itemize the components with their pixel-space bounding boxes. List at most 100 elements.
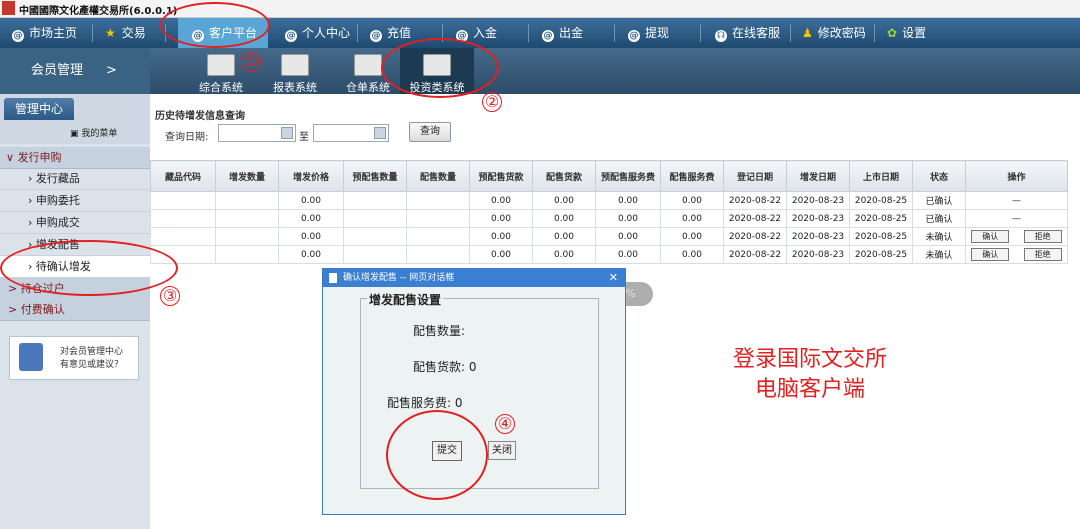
nav-divider [700, 24, 701, 42]
cell: 0.00 [532, 245, 596, 264]
column-header: 藏品代码 [150, 160, 216, 192]
nav-label: 设置 [902, 26, 927, 40]
nav-settings[interactable]: ✿ 设置 [887, 18, 926, 48]
chevron-right-icon: > [8, 303, 18, 316]
column-header: 预配售货款 [469, 160, 533, 192]
nav-cash-out[interactable]: @ 提现 [628, 18, 669, 48]
calendar-icon[interactable] [374, 127, 386, 139]
confirm-button[interactable]: 确认 [971, 248, 1010, 261]
cell: 0.00 [660, 227, 724, 246]
qty-label: 配售数量: [413, 324, 466, 338]
annotation-number: ② [482, 92, 502, 112]
cell: 0.00 [469, 227, 533, 246]
operation-cell: — [965, 191, 1068, 210]
calendar-icon[interactable] [281, 127, 293, 139]
my-menu-link[interactable]: ▣ 我的菜单 [70, 126, 117, 139]
feedback-banner[interactable]: 对会员管理中心 有意见或建议？ [9, 336, 139, 380]
cell [343, 191, 407, 210]
reject-button[interactable]: 拒绝 [1023, 230, 1062, 243]
section-label: 会员管理 [31, 63, 84, 78]
sidebar-item-subscribe-deal[interactable]: › 申购成交 [0, 212, 150, 234]
caption-line: 登录国际文交所 [732, 347, 887, 372]
column-header: 预配售服务费 [595, 160, 661, 192]
member-management-title: 会员管理 > [0, 48, 150, 94]
column-header: 上市日期 [849, 160, 913, 192]
cell: 2020-08-23 [786, 227, 850, 246]
cell [215, 209, 279, 228]
nav-divider [357, 24, 358, 42]
headset-icon: ☊ [715, 30, 727, 42]
table-header-row: 藏品代码 增发数量 增发价格 预配售数量 配售数量 预配售货款 配售货款 预配售… [150, 160, 1068, 192]
cell [215, 227, 279, 246]
nav-withdraw[interactable]: @ 出金 [542, 18, 583, 48]
column-header: 增发日期 [786, 160, 850, 192]
column-header: 预配售数量 [343, 160, 407, 192]
nav-market-home[interactable]: @ 市场主页 [12, 18, 77, 48]
table-row[interactable]: 0.00 0.00 0.00 0.00 0.00 2020-08-22 2020-08… [150, 245, 1068, 264]
payment-value: 0 [468, 360, 477, 374]
query-section-title: 历史待增发信息查询 [155, 111, 245, 122]
annotation-ring [160, 2, 270, 48]
cell: 2020-08-23 [786, 245, 850, 264]
cell: 2020-08-22 [723, 245, 787, 264]
sidebar-group-payment-confirm[interactable]: > 付费确认 [0, 299, 150, 321]
close-icon[interactable]: ✕ [609, 269, 618, 287]
close-button[interactable]: 关闭 [488, 441, 516, 460]
cell: 0.00 [595, 245, 661, 264]
sidebar-item-subscribe-order[interactable]: › 申购委托 [0, 190, 150, 212]
cell: 0.00 [532, 191, 596, 210]
cell [215, 191, 279, 210]
nav-change-password[interactable]: ♟ 修改密码 [802, 18, 866, 48]
column-header: 操作 [965, 160, 1068, 192]
table-row[interactable]: 0.00 0.00 0.00 0.00 0.00 2020-08-22 2020-08… [150, 227, 1068, 246]
cell: 2020-08-25 [849, 245, 913, 264]
cell [406, 245, 470, 264]
column-header: 配售数量 [406, 160, 470, 192]
cell: 0.00 [595, 227, 661, 246]
window-title: 中國國際文化產權交易所(6.0.0.1) [19, 6, 178, 17]
column-header: 增发数量 [215, 160, 279, 192]
sub-label: 综合系统 [199, 81, 243, 94]
cell [343, 227, 407, 246]
query-button[interactable]: 查询 [409, 122, 451, 142]
start-date-input[interactable] [218, 124, 296, 142]
management-center-tab[interactable]: 管理中心 [4, 98, 74, 120]
cell: 0.00 [660, 191, 724, 210]
nav-label: 交易 [121, 26, 146, 40]
cell [343, 209, 407, 228]
at-icon: @ [628, 30, 640, 42]
item-label: 申购委托 [35, 194, 80, 207]
column-header: 登记日期 [723, 160, 787, 192]
fee-row: 配售服务费: 0 [387, 394, 463, 411]
menu-icon: ▣ [70, 129, 82, 139]
sidebar-item-issue-collection[interactable]: › 发行藏品 [0, 168, 150, 190]
reject-button[interactable]: 拒绝 [1023, 248, 1062, 261]
cell [406, 209, 470, 228]
column-header: 配售服务费 [660, 160, 724, 192]
window-icon [207, 54, 235, 76]
group-label: 发行申购 [17, 151, 62, 164]
qty-row: 配售数量: [413, 322, 465, 339]
sidebar-group-issue-subscribe[interactable]: ∨ 发行申购 [0, 147, 150, 169]
printer-icon [354, 54, 382, 76]
nav-label: 修改密码 [817, 26, 866, 40]
caption-line: 电脑客户端 [754, 377, 865, 402]
nav-personal-center[interactable]: @ 个人中心 [285, 18, 350, 48]
table-row[interactable]: 0.00 0.00 0.00 0.00 0.00 2020-08-22 2020-08… [150, 209, 1068, 228]
nav-online-service[interactable]: ☊ 在线客服 [715, 18, 780, 48]
table-row[interactable]: 0.00 0.00 0.00 0.00 0.00 2020-08-22 2020-08… [150, 191, 1068, 210]
confirm-button[interactable]: 确认 [971, 230, 1010, 243]
item-label: 发行藏品 [35, 172, 80, 185]
nav-label: 出金 [559, 26, 584, 40]
nav-trade[interactable]: ★ 交易 [105, 18, 146, 48]
cell: 2020-08-25 [849, 209, 913, 228]
sub-report-system[interactable]: 报表系统 [267, 48, 323, 94]
cell [343, 245, 407, 264]
chevron-down-icon: ∨ [6, 151, 15, 164]
placement-table: 藏品代码 增发数量 增发价格 预配售数量 配售数量 预配售货款 配售货款 预配售… [150, 160, 1068, 264]
status-cell: 未确认 [912, 227, 966, 246]
end-date-input[interactable] [313, 124, 389, 142]
cell: 2020-08-22 [723, 227, 787, 246]
cell [150, 227, 216, 246]
cell: 0.00 [595, 209, 661, 228]
